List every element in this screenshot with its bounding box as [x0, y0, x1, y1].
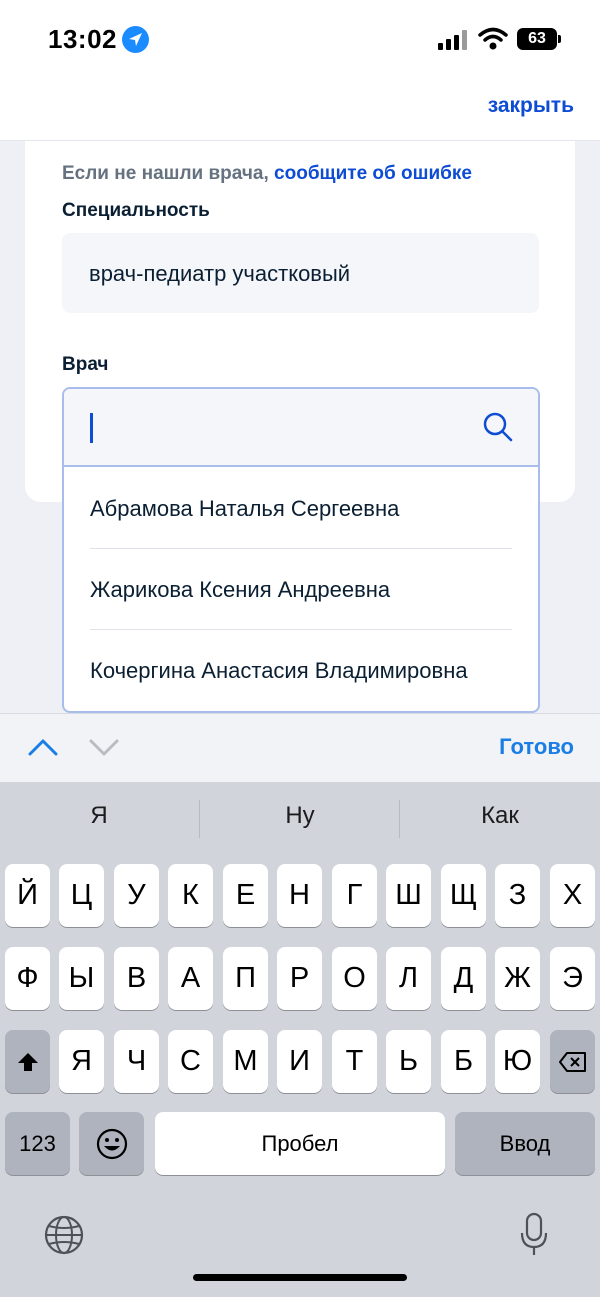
key[interactable]: Х	[550, 864, 595, 927]
key[interactable]: Е	[223, 864, 268, 927]
key[interactable]: П	[223, 947, 268, 1010]
key[interactable]: Д	[441, 947, 486, 1010]
key[interactable]: В	[114, 947, 159, 1010]
shift-arrow-icon	[17, 1053, 38, 1072]
key[interactable]: Б	[441, 1030, 486, 1093]
keyboard-accessory-bar: Готово	[0, 713, 600, 782]
return-key[interactable]: Ввод	[455, 1112, 595, 1175]
doctor-option[interactable]: Абрамова Наталья Сергеевна	[90, 468, 512, 549]
key[interactable]: Ж	[495, 947, 540, 1010]
suggestion[interactable]: Ну	[201, 802, 399, 830]
doctor-option[interactable]: Кочергина Анастасия Владимировна	[90, 630, 512, 711]
home-indicator	[193, 1274, 407, 1281]
suggestion-divider	[399, 800, 400, 838]
key[interactable]: М	[223, 1030, 268, 1093]
specialty-label: Специальность	[62, 200, 210, 221]
doctor-label: Врач	[62, 354, 109, 375]
key[interactable]: З	[495, 864, 540, 927]
key[interactable]: Л	[386, 947, 431, 1010]
doctor-search-input[interactable]	[64, 389, 538, 467]
search-icon[interactable]	[482, 411, 514, 443]
key[interactable]: Ц	[59, 864, 104, 927]
text-caret	[90, 413, 93, 443]
specialty-value: врач-педиатр участковый	[89, 261, 351, 286]
key[interactable]: Ы	[59, 947, 104, 1010]
doctor-dropdown: Абрамова Наталья Сергеевна Жарикова Ксен…	[62, 387, 540, 713]
key[interactable]: Ф	[5, 947, 50, 1010]
space-key[interactable]: Пробел	[155, 1112, 445, 1175]
globe-icon[interactable]	[43, 1214, 85, 1256]
key[interactable]: И	[277, 1030, 322, 1093]
key[interactable]: Р	[277, 947, 322, 1010]
key[interactable]: Щ	[441, 864, 486, 927]
key[interactable]: А	[168, 947, 213, 1010]
keyboard: Я Ну Как Й Ц У К Е Н Г Ш Щ З Х Ф Ы В А П…	[0, 782, 600, 1297]
key[interactable]: У	[114, 864, 159, 927]
key[interactable]: Э	[550, 947, 595, 1010]
backspace-key[interactable]	[550, 1030, 595, 1093]
hint-text: Если не нашли врача,	[62, 163, 269, 184]
status-time: 13:02	[48, 24, 117, 54]
key[interactable]: О	[332, 947, 377, 1010]
key[interactable]: Г	[332, 864, 377, 927]
suggestion[interactable]: Как	[401, 802, 599, 830]
key[interactable]: К	[168, 864, 213, 927]
key[interactable]: С	[168, 1030, 213, 1093]
status-bar: 13:02 63	[0, 0, 600, 80]
key[interactable]: Я	[59, 1030, 104, 1093]
emoji-icon	[96, 1129, 127, 1160]
key[interactable]: Ю	[495, 1030, 540, 1093]
not-found-hint: Если не нашли врача, сообщите об ошибке	[62, 163, 472, 185]
top-nav: закрыть	[0, 80, 600, 141]
suggestion[interactable]: Я	[0, 802, 198, 830]
key[interactable]: Ь	[386, 1030, 431, 1093]
key[interactable]: Й	[5, 864, 50, 927]
microphone-icon[interactable]	[519, 1212, 549, 1258]
doctor-option[interactable]: Жарикова Ксения Андреевна	[90, 549, 512, 630]
specialty-field[interactable]: врач-педиатр участковый	[62, 233, 539, 313]
report-error-link[interactable]: сообщите об ошибке	[274, 163, 472, 184]
close-button[interactable]: закрыть	[488, 94, 574, 118]
key[interactable]: Ш	[386, 864, 431, 927]
key[interactable]: Н	[277, 864, 322, 927]
done-button[interactable]: Готово	[499, 734, 574, 760]
location-arrow-icon	[122, 26, 149, 53]
wifi-icon	[478, 27, 508, 50]
key[interactable]: Т	[332, 1030, 377, 1093]
numbers-key[interactable]: 123	[5, 1112, 70, 1175]
suggestion-divider	[199, 800, 200, 838]
backspace-icon	[558, 1052, 586, 1073]
battery-cap	[558, 35, 561, 43]
shift-key[interactable]	[5, 1030, 50, 1093]
emoji-key[interactable]	[79, 1112, 144, 1175]
chevron-down-icon[interactable]	[89, 736, 119, 758]
battery-level: 63	[517, 28, 557, 50]
key[interactable]: Ч	[114, 1030, 159, 1093]
cellular-signal-icon	[438, 30, 467, 50]
chevron-up-icon[interactable]	[28, 736, 58, 758]
